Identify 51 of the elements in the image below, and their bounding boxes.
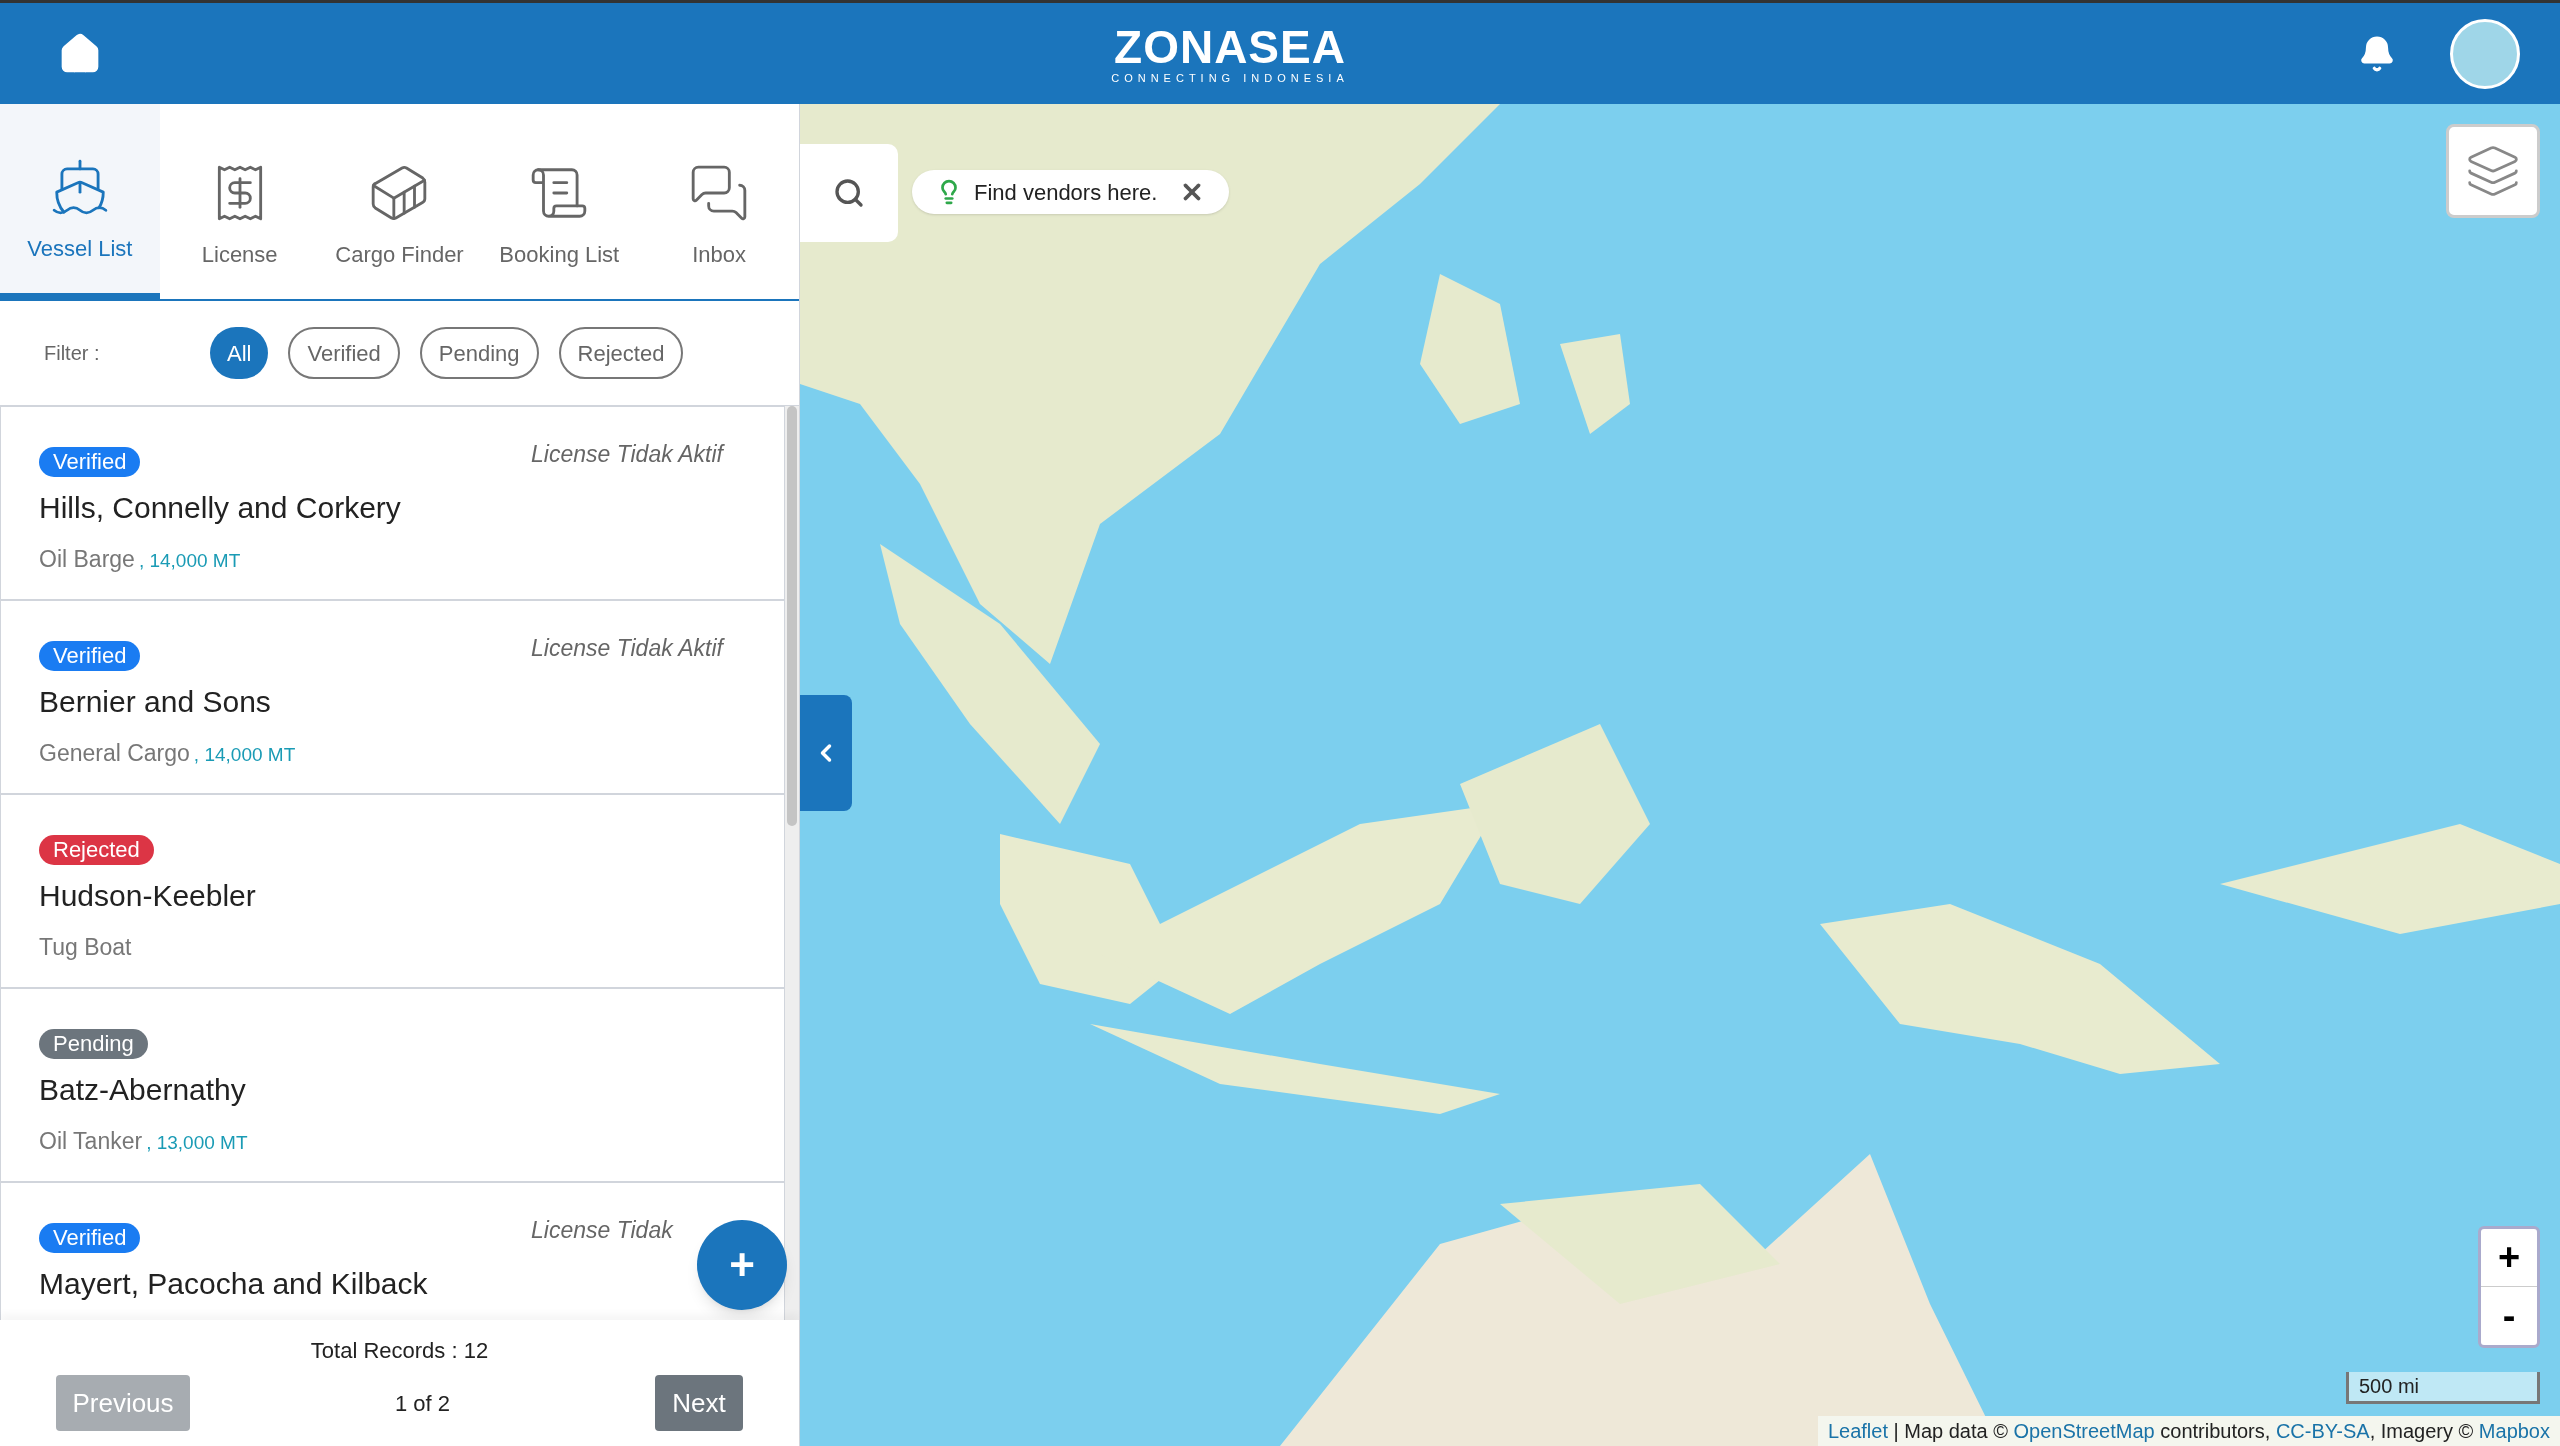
attribution-text: contributors, bbox=[2159, 1419, 2272, 1444]
status-badge: Verified bbox=[39, 641, 141, 671]
search-icon bbox=[833, 177, 865, 209]
vessel-card[interactable]: Verified Bernier and Sons General Cargo , 14,000 MT License Tidak Aktif bbox=[0, 600, 785, 794]
filter-chip[interactable]: Rejected bbox=[558, 327, 684, 379]
attribution-link[interactable]: OpenStreetMap bbox=[2013, 1416, 2155, 1446]
attribution-link[interactable]: Mapbox bbox=[2478, 1416, 2550, 1446]
vessel-type: General Cargo bbox=[39, 739, 190, 768]
zoom-out-button[interactable]: - bbox=[2481, 1287, 2537, 1345]
layers-button[interactable] bbox=[2446, 124, 2540, 218]
status-badge: Verified bbox=[39, 1223, 141, 1253]
vessel-capacity: , 14,000 MT bbox=[193, 743, 296, 767]
attribution-link[interactable]: Leaflet bbox=[1827, 1416, 1888, 1446]
vessel-capacity: , 14,000 MT bbox=[138, 549, 241, 573]
license-status: License Tidak bbox=[531, 1216, 673, 1245]
vessel-card[interactable]: Rejected Hudson-Keebler Tug Boat bbox=[0, 794, 785, 988]
vessel-capacity: , 13,000 MT bbox=[146, 1131, 248, 1155]
attribution-link[interactable]: CC-BY-SA bbox=[2275, 1416, 2370, 1446]
total-records: Total Records : 12 bbox=[310, 1337, 489, 1365]
tooltip-text: Find vendors here. bbox=[974, 178, 1158, 207]
attribution-text: , Imagery © bbox=[2369, 1419, 2475, 1444]
layers-icon bbox=[2465, 143, 2521, 199]
vessel-card[interactable]: Pending Batz-Abernathy Oil Tanker , 13,000 MT bbox=[0, 988, 785, 1182]
vessel-name: Bernier and Sons bbox=[39, 684, 271, 720]
attribution-text: | Map data © bbox=[1892, 1419, 2009, 1444]
filter-chip[interactable]: Verified bbox=[288, 327, 400, 379]
zoom-in-button[interactable]: + bbox=[2481, 1229, 2537, 1287]
scale-bar: 500 mi bbox=[2346, 1372, 2540, 1404]
vessel-type: Oil Tanker bbox=[39, 1127, 143, 1156]
status-badge: Rejected bbox=[39, 835, 154, 865]
vessel-type: Oil Barge bbox=[39, 545, 135, 574]
vessel-name: Hills, Connelly and Corkery bbox=[39, 490, 401, 526]
tagline: CONNECTING INDONESIA bbox=[1111, 72, 1349, 84]
vessel-name: Batz-Abernathy bbox=[39, 1072, 246, 1108]
license-status: License Tidak Aktif bbox=[531, 634, 723, 663]
vessel-name: Mayert, Pacocha and Kilback bbox=[39, 1266, 428, 1302]
vessel-type: Tug Boat bbox=[39, 933, 132, 962]
logo: ZONASEA bbox=[1114, 23, 1346, 70]
vessel-name: Hudson-Keebler bbox=[39, 878, 256, 914]
status-badge: Verified bbox=[39, 447, 141, 477]
filter-chip[interactable]: All bbox=[210, 327, 269, 379]
next-button[interactable]: Next bbox=[655, 1375, 743, 1431]
filter-label: Filter : bbox=[44, 341, 101, 366]
page-indicator: 1 of 2 bbox=[394, 1389, 450, 1418]
license-status: License Tidak Aktif bbox=[531, 440, 723, 469]
tab[interactable]: Vessel List bbox=[0, 104, 160, 301]
vessel-card[interactable]: Verified Hills, Connelly and Corkery Oil Barge , 14,000 MT License Tidak Aktif bbox=[0, 406, 785, 600]
filter-chip[interactable]: Pending bbox=[419, 327, 539, 379]
status-badge: Pending bbox=[39, 1029, 148, 1059]
notification-bell-icon[interactable] bbox=[2358, 34, 2396, 73]
map-search-button[interactable] bbox=[800, 144, 898, 242]
